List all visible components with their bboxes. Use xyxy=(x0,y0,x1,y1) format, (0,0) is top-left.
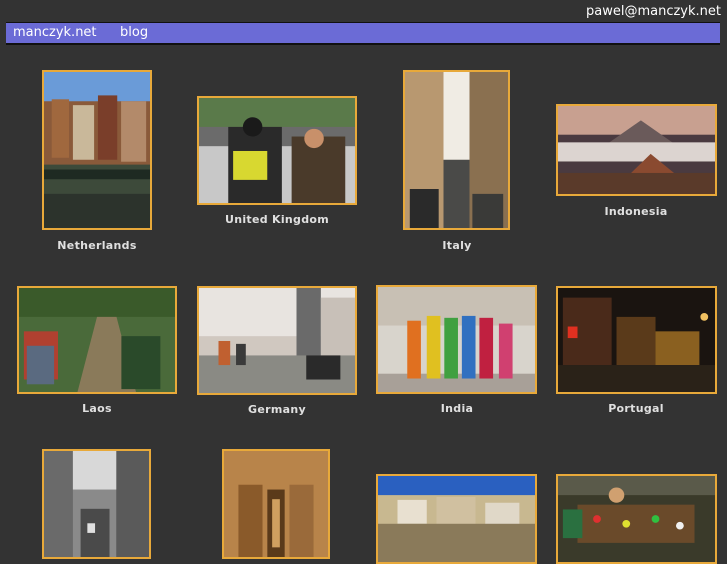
caption-italy: Italy xyxy=(442,239,472,252)
photo-corridor[interactable] xyxy=(222,449,330,559)
caption-india: India xyxy=(440,402,474,415)
photo-indonesia[interactable] xyxy=(556,104,717,196)
caption-portugal: Portugal xyxy=(608,402,664,415)
photo-italy[interactable] xyxy=(403,70,510,230)
caption-laos: Laos xyxy=(82,402,112,415)
photo-hillside-village[interactable] xyxy=(376,474,537,564)
photo-uk[interactable] xyxy=(197,96,357,205)
photo-netherlands[interactable] xyxy=(42,70,152,230)
caption-germany: Germany xyxy=(248,403,306,416)
photo-india[interactable] xyxy=(376,285,537,394)
photo-floating-market[interactable] xyxy=(556,474,717,564)
photo-germany[interactable] xyxy=(197,286,357,395)
photo-gallery: Netherlands United Kingdom Italy Indones… xyxy=(0,0,727,564)
photo-laos[interactable] xyxy=(17,286,177,394)
caption-indonesia: Indonesia xyxy=(604,205,668,218)
caption-netherlands: Netherlands xyxy=(57,239,137,252)
photo-city-street[interactable] xyxy=(42,449,151,559)
caption-uk: United Kingdom xyxy=(224,213,330,226)
photo-portugal[interactable] xyxy=(556,286,717,394)
